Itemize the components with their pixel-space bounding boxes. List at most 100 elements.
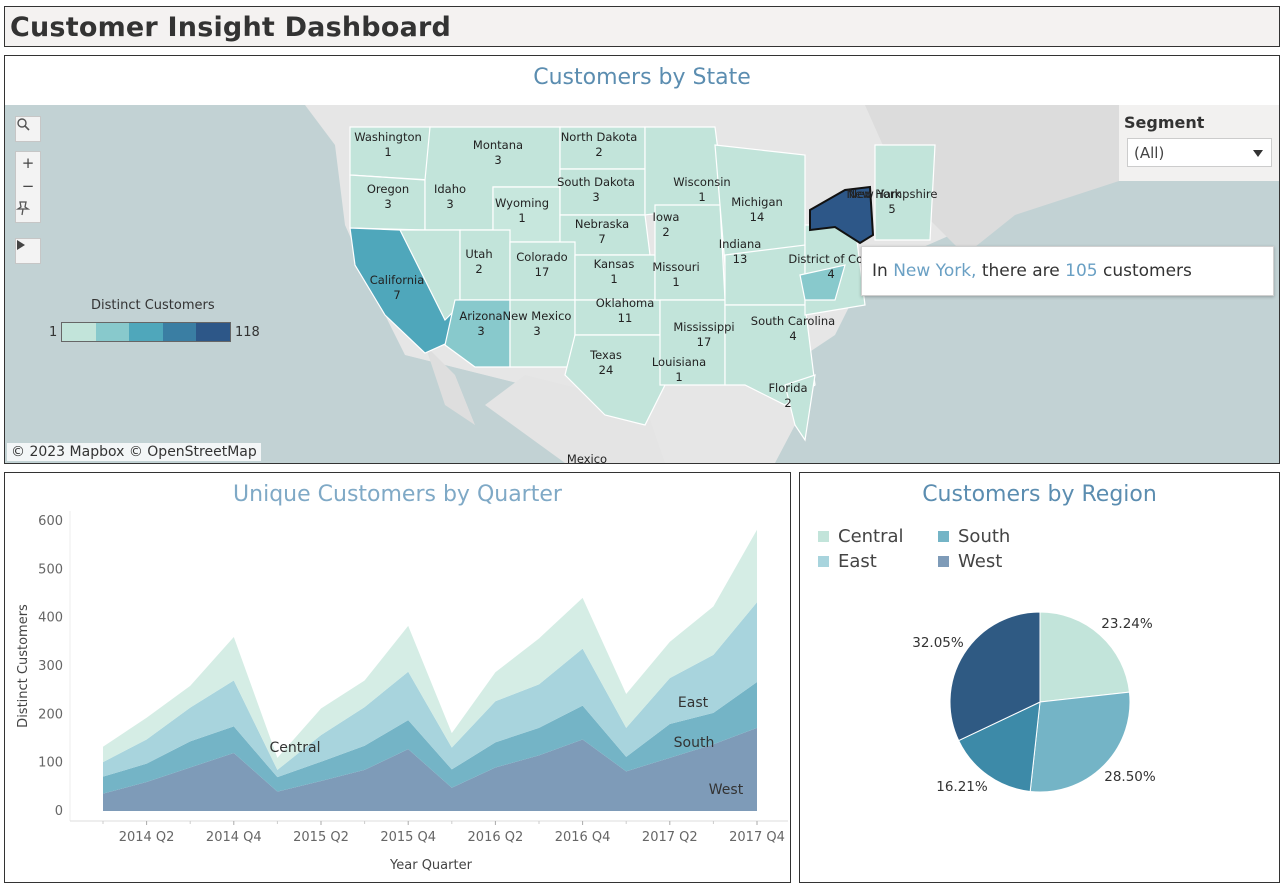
tooltip-middle: there are	[976, 261, 1066, 281]
zoom-in-button[interactable]: +	[16, 154, 40, 172]
state-value-montana: 3	[494, 153, 501, 167]
area-chart[interactable]: 0 100 200 300 400 500 600 2014 Q2 2014 Q4 2015 Q2…	[5, 473, 790, 882]
state-name-colorado: Colorado	[516, 250, 567, 264]
x-tick-label: 2014 Q4	[206, 830, 262, 845]
legend-color-step	[162, 323, 197, 341]
state-value-washington: 1	[384, 145, 391, 159]
state-value-south-dakota: 3	[592, 190, 599, 204]
state-name-texas: Texas	[589, 348, 622, 362]
state-value-iowa: 2	[662, 225, 669, 239]
state-name-indiana: Indiana	[719, 237, 762, 251]
segment-dropdown[interactable]: (All)	[1127, 138, 1272, 167]
pin-icon	[16, 201, 30, 216]
x-tick-label: 2015 Q2	[293, 830, 349, 845]
pie-chart-panel: Customers by Region Central South East W…	[799, 472, 1280, 883]
zoom-out-button[interactable]: −	[16, 177, 40, 195]
tooltip-state: New York,	[893, 261, 977, 281]
state-value-district-of-colu: 4	[827, 267, 834, 281]
series-label-south: South	[674, 735, 715, 751]
legend-color-step	[196, 323, 230, 341]
y-tick-label: 500	[38, 562, 63, 577]
state-label-new-york: New York	[849, 187, 902, 201]
map-play-button[interactable]	[15, 238, 41, 264]
state-name-new-mexico: New Mexico	[503, 309, 572, 323]
legend-color-step	[129, 323, 163, 341]
state-value-missouri: 1	[672, 275, 679, 289]
state-value-indiana: 13	[733, 252, 748, 266]
map-title: Customers by State	[533, 65, 751, 90]
mexico-label: Mexico	[567, 452, 607, 463]
map-attribution[interactable]: © 2023 Mapbox © OpenStreetMap	[7, 443, 261, 461]
color-legend: Distinct Customers 1 118	[49, 298, 269, 348]
series-label-east: East	[678, 695, 709, 711]
state-value-california: 7	[393, 288, 400, 302]
x-tick-label: 2016 Q2	[468, 830, 524, 845]
state-name-missouri: Missouri	[652, 260, 699, 274]
state-name-idaho: Idaho	[434, 182, 466, 196]
state-name-nebraska: Nebraska	[575, 217, 629, 231]
state-name-oregon: Oregon	[367, 182, 409, 196]
state-arkansas-louisiana[interactable]	[659, 299, 726, 386]
state-name-arizona: Arizona	[459, 309, 502, 323]
state-value-oregon: 3	[384, 197, 391, 211]
y-tick-label: 300	[38, 659, 63, 674]
dashboard-title-bar: Customer Insight Dashboard	[4, 6, 1280, 47]
segment-selected-value: (All)	[1134, 144, 1165, 162]
state-name-louisiana: Louisiana	[652, 355, 706, 369]
map-search-button[interactable]	[15, 116, 41, 142]
state-name-wisconsin: Wisconsin	[673, 175, 730, 189]
legend-min: 1	[49, 325, 58, 340]
legend-color-step	[62, 323, 96, 341]
y-tick-label: 100	[38, 756, 63, 771]
state-name-washington: Washington	[354, 130, 422, 144]
state-name-montana: Montana	[473, 138, 523, 152]
state-minnesota-iowa[interactable]	[644, 126, 726, 216]
state-value-wyoming: 1	[518, 211, 525, 225]
state-value-nebraska: 7	[598, 232, 605, 246]
state-value-new-mexico: 3	[533, 324, 540, 338]
area-chart-panel: Unique Customers by Quarter 0 100 200 300 40…	[4, 472, 791, 883]
state-value-arizona: 3	[477, 324, 484, 338]
state-name-michigan: Michigan	[731, 195, 783, 209]
play-icon	[17, 240, 25, 250]
map-zoom-toolbar: + −	[15, 151, 41, 223]
state-value-mississippi: 17	[697, 335, 712, 349]
state-name-north-dakota: North Dakota	[561, 130, 638, 144]
state-value-louisiana: 1	[675, 370, 682, 384]
state-name-south-dakota: South Dakota	[557, 175, 635, 189]
x-tick-label: 2016 Q4	[555, 830, 611, 845]
state-utah[interactable]	[459, 229, 511, 301]
state-name-california: California	[370, 273, 425, 287]
map-panel: Customers by State Washington 1 Montana …	[4, 55, 1280, 464]
pie-label-west: 32.05%	[912, 635, 964, 651]
series-label-central: Central	[270, 740, 321, 756]
state-value-oklahoma: 11	[618, 311, 633, 325]
state-name-kansas: Kansas	[594, 257, 635, 271]
pie-label-east: 16.21%	[936, 779, 988, 795]
y-tick-label: 200	[38, 707, 63, 722]
pie-label-south: 28.50%	[1104, 769, 1156, 785]
legend-max: 118	[235, 325, 260, 340]
state-value-south-carolina: 4	[789, 329, 796, 343]
search-icon	[17, 118, 30, 131]
tooltip-count: 105	[1065, 261, 1098, 281]
state-value-colorado: 17	[535, 265, 550, 279]
state-name-iowa: Iowa	[653, 210, 680, 224]
segment-filter: Segment (All)	[1119, 105, 1279, 181]
map-tooltip: In New York, there are 105 customers	[861, 246, 1274, 296]
state-name-oklahoma: Oklahoma	[596, 296, 655, 310]
series-label-west: West	[709, 782, 744, 798]
map-canvas[interactable]: Washington 1 Montana 3 North Dakota 2 Oregon 3 I…	[5, 105, 1279, 463]
state-name-florida: Florida	[768, 381, 807, 395]
state-value-kansas: 1	[610, 272, 617, 286]
state-value-new-hampshire: 5	[888, 202, 895, 216]
state-value-north-dakota: 2	[595, 145, 602, 159]
state-value-wisconsin: 1	[698, 190, 705, 204]
pie-label-central: 23.24%	[1101, 616, 1153, 632]
pie-chart[interactable]: 23.24% 28.50% 16.21% 32.05%	[800, 473, 1279, 882]
tooltip-prefix: In	[872, 261, 894, 281]
dashboard-title: Customer Insight Dashboard	[10, 12, 452, 43]
state-value-florida: 2	[784, 396, 791, 410]
x-tick-label: 2017 Q4	[729, 830, 785, 845]
chevron-down-icon	[1253, 150, 1263, 157]
